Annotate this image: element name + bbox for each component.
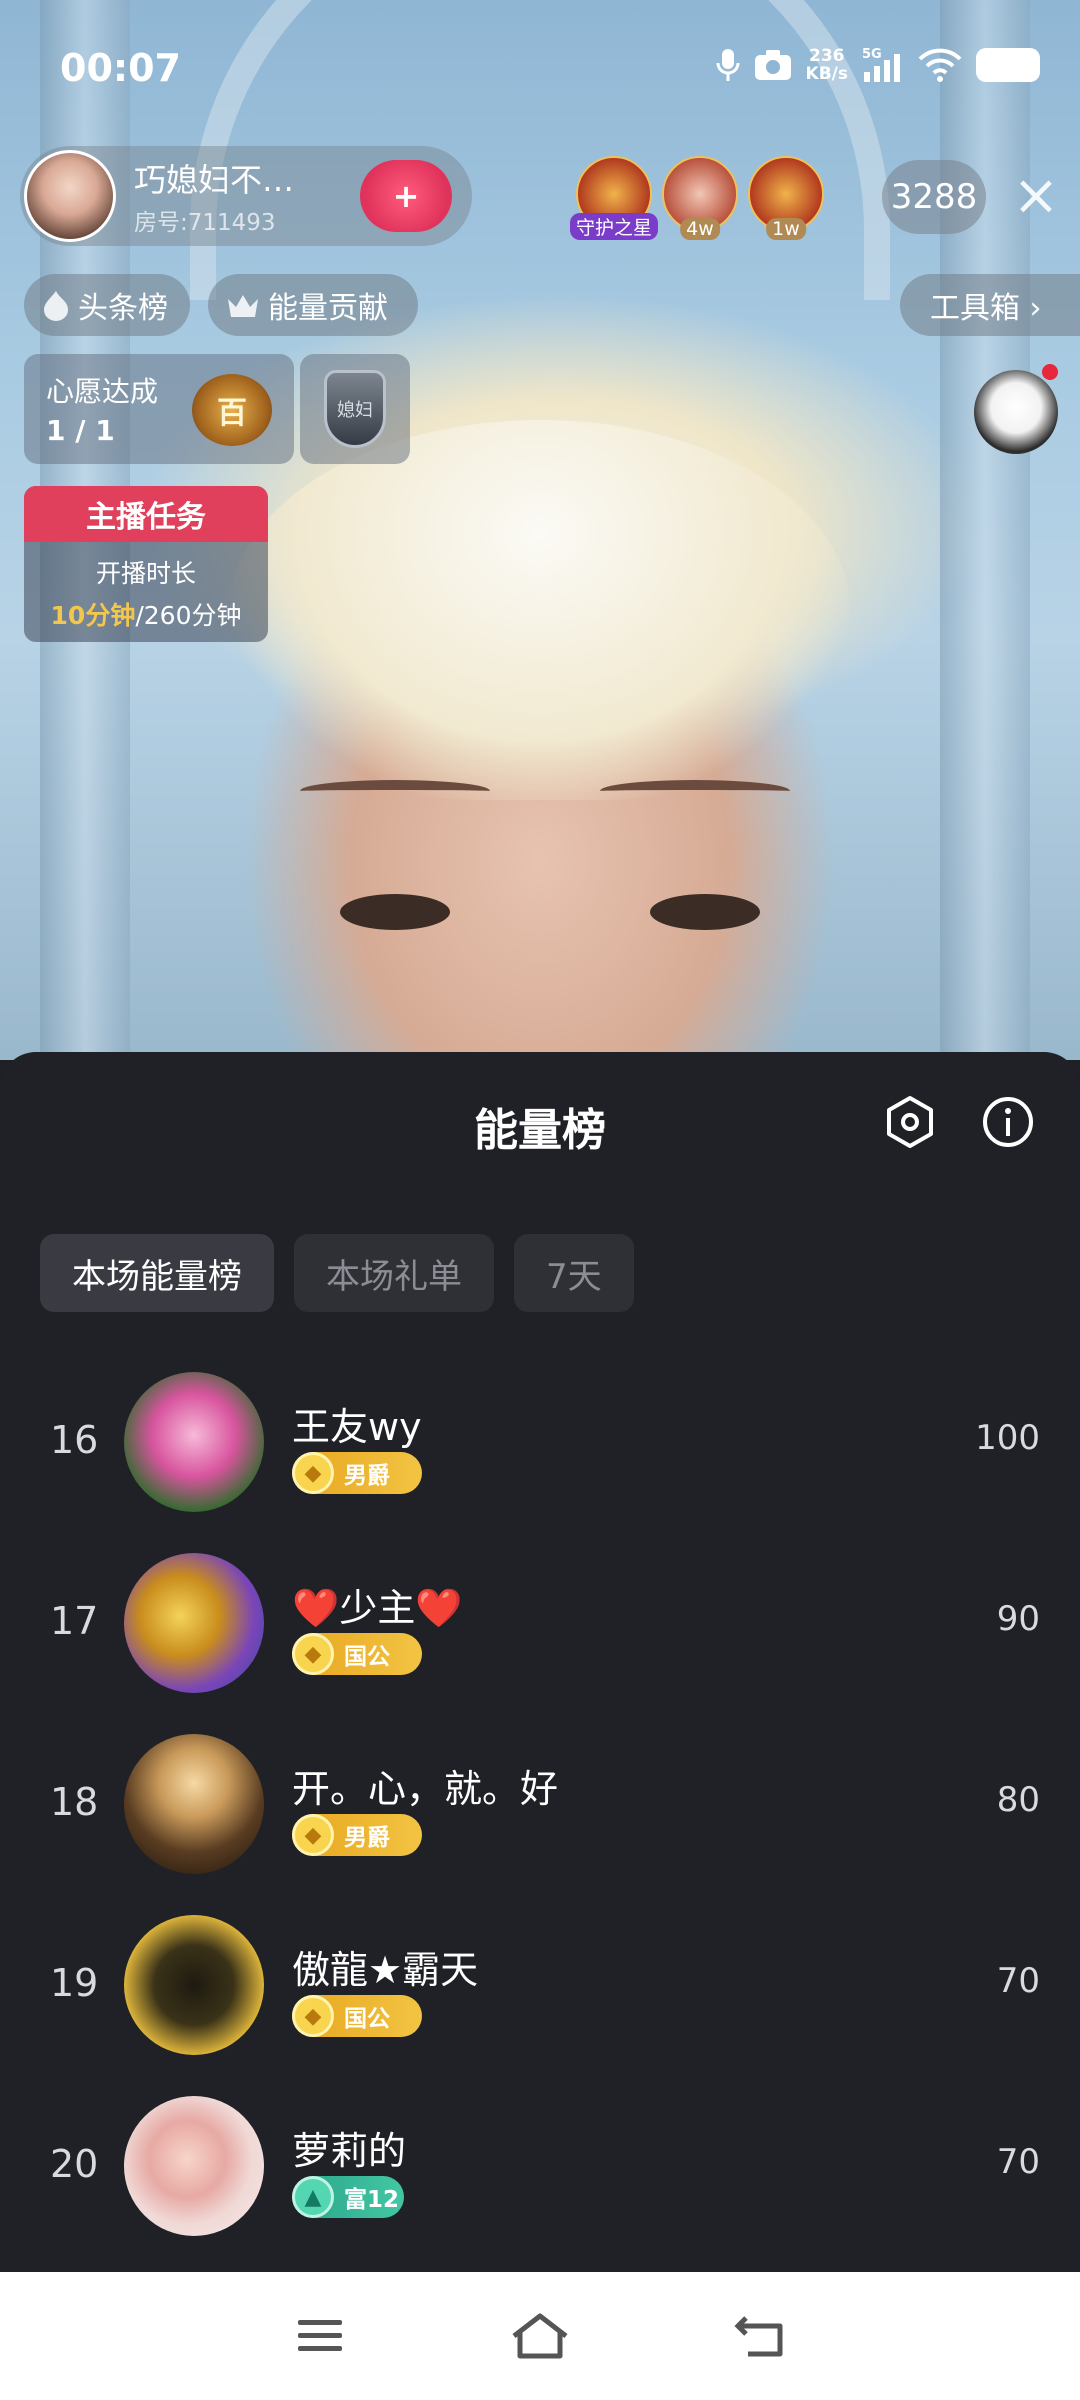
settings-hexagon-icon[interactable] [882, 1094, 938, 1150]
medal-icon: 百 [192, 374, 272, 446]
wish-progress: 1 / 1 [46, 414, 115, 447]
battery-icon [976, 48, 1040, 82]
status-bar: 00:07 236 KB/s 5G [0, 0, 1080, 140]
microphone-icon [716, 46, 740, 84]
level-badge: ◆ 男爵 [292, 1452, 422, 1494]
host-card[interactable]: 巧媳妇不… 房号:711493 + [20, 146, 472, 246]
viewer-count[interactable]: 3288 [882, 160, 986, 234]
ranking-row[interactable]: 20 萝莉的 ▲ 富12 70 [0, 2076, 1080, 2257]
energy-score: 100 [975, 1418, 1040, 1458]
cellular-signal-icon: 5G [862, 46, 904, 84]
fan-badge-card[interactable]: 媳妇 [300, 354, 410, 464]
energy-score: 70 [996, 1961, 1040, 2001]
energy-contribution-label: 能量贡献 [268, 291, 388, 326]
user-avatar[interactable] [124, 1915, 264, 2055]
svg-text:5G: 5G [862, 47, 882, 62]
user-name: 王友wy [292, 1405, 422, 1449]
headline-rank-label: 头条榜 [78, 291, 168, 326]
wifi-icon [918, 46, 962, 84]
panda-activity-icon[interactable] [974, 370, 1058, 454]
shield-icon: 媳妇 [324, 370, 386, 448]
status-time: 00:07 [60, 46, 181, 90]
ranking-tabs: 本场能量榜 本场礼单 7天 [40, 1234, 634, 1312]
gem-icon: ◆ [292, 1452, 334, 1494]
energy-ranking-sheet: 能量榜 本场能量榜 本场礼单 7天 16 王友wy ◆ 男爵 100 17 ❤️少… [0, 1052, 1080, 2272]
ranking-list: 16 王友wy ◆ 男爵 100 17 ❤️少主❤️ ◆ 国公 90 18 开。心，… [0, 1352, 1080, 2257]
rank-number: 16 [50, 1418, 99, 1462]
info-icon[interactable] [980, 1094, 1036, 1150]
rank-number: 17 [50, 1599, 99, 1643]
gem-icon: ◆ [292, 1995, 334, 2037]
system-navigation-bar [0, 2272, 1080, 2400]
level-badge: ◆ 国公 [292, 1633, 422, 1675]
top-viewers: 守护之星 4w 1w [569, 156, 824, 240]
headline-rank-pill[interactable]: 头条榜 [24, 274, 190, 336]
wish-progress-card[interactable]: 心愿达成 1 / 1 百 [24, 354, 294, 464]
task-title: 主播任务 [24, 486, 268, 542]
tab-session-gifts[interactable]: 本场礼单 [294, 1234, 494, 1312]
task-progress: 10分钟/260分钟 [50, 601, 242, 630]
back-icon[interactable] [720, 2301, 800, 2371]
flame-icon [44, 291, 68, 321]
host-avatar[interactable] [24, 150, 116, 242]
host-room-number: 房号:711493 [134, 210, 276, 236]
close-icon[interactable]: × [1006, 166, 1066, 226]
viewer-tag: 1w [766, 218, 806, 240]
viewer-tag: 守护之星 [569, 213, 659, 240]
follow-button[interactable]: + [360, 160, 452, 232]
triangle-gem-icon: ▲ [292, 2176, 334, 2218]
viewer-avatar[interactable]: 守护之星 [569, 156, 659, 240]
ranking-row[interactable]: 16 王友wy ◆ 男爵 100 [0, 1352, 1080, 1533]
menu-icon[interactable] [280, 2301, 360, 2371]
wish-title: 心愿达成 [46, 375, 159, 408]
viewer-avatar[interactable]: 1w [748, 156, 824, 240]
user-avatar[interactable] [124, 2096, 264, 2236]
energy-score: 80 [996, 1780, 1040, 1820]
energy-score: 90 [996, 1599, 1040, 1639]
toolbox-button[interactable]: 工具箱 › [900, 274, 1080, 336]
level-badge: ◆ 国公 [292, 1995, 422, 2037]
rank-number: 20 [50, 2142, 99, 2186]
energy-score: 70 [996, 2142, 1040, 2182]
user-avatar[interactable] [124, 1372, 264, 1512]
ranking-row[interactable]: 19 傲龍★霸天 ◆ 国公 70 [0, 1895, 1080, 2076]
user-avatar[interactable] [124, 1553, 264, 1693]
rank-number: 19 [50, 1961, 99, 2005]
task-description: 开播时长 [95, 559, 196, 588]
gem-icon: ◆ [292, 1633, 334, 1675]
viewer-tag: 4w [680, 218, 720, 240]
camera-icon [754, 46, 792, 84]
gem-icon: ◆ [292, 1814, 334, 1856]
crown-icon [228, 295, 258, 317]
energy-contribution-pill[interactable]: 能量贡献 [208, 274, 418, 336]
rank-number: 18 [50, 1780, 99, 1824]
notification-dot [1042, 364, 1058, 380]
host-task-card[interactable]: 主播任务 开播时长 10分钟/260分钟 [24, 486, 268, 642]
host-name: 巧媳妇不… [134, 161, 295, 199]
user-name: 萝莉的 [292, 2129, 407, 2173]
user-avatar[interactable] [124, 1734, 264, 1874]
user-name: ❤️少主❤️ [292, 1586, 463, 1630]
tab-session-energy[interactable]: 本场能量榜 [40, 1234, 274, 1312]
home-icon[interactable] [500, 2301, 580, 2371]
ranking-row[interactable]: 18 开。心，就。好 ◆ 男爵 80 [0, 1714, 1080, 1895]
net-speed: 236 KB/s [805, 46, 848, 84]
tab-7-days[interactable]: 7天 [514, 1234, 634, 1312]
user-name: 傲龍★霸天 [292, 1948, 479, 1992]
viewer-avatar[interactable]: 4w [662, 156, 738, 240]
user-name: 开。心，就。好 [292, 1767, 559, 1811]
level-badge: ◆ 男爵 [292, 1814, 422, 1856]
wealth-badge: ▲ 富12 [292, 2176, 404, 2218]
ranking-row[interactable]: 17 ❤️少主❤️ ◆ 国公 90 [0, 1533, 1080, 1714]
